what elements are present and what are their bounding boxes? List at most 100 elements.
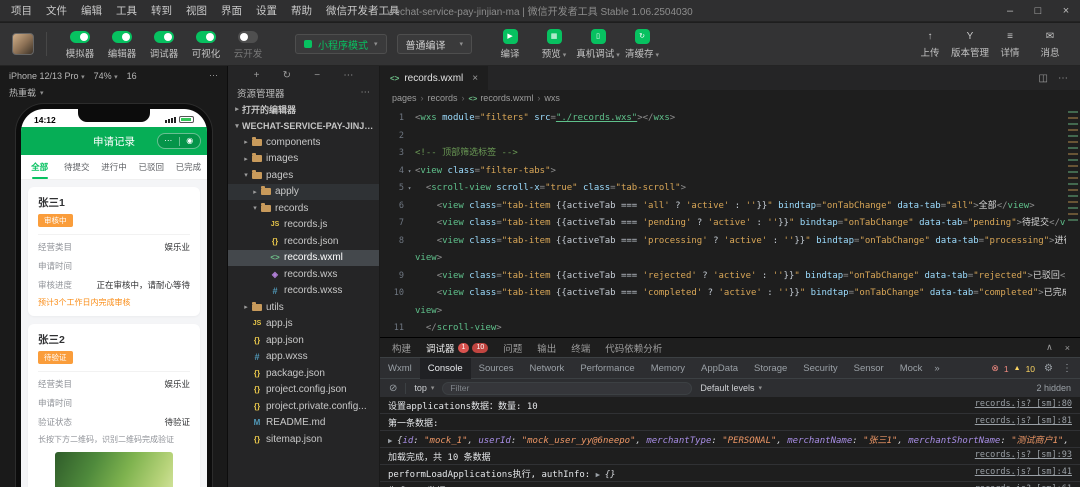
source-link[interactable]: records.js? [sm]:81 (975, 416, 1072, 426)
expand-arrow-icon[interactable]: ▶ (596, 470, 605, 479)
zoom-select[interactable]: 74% ▾ (94, 71, 118, 81)
menu-item[interactable]: 工具 (109, 0, 144, 22)
more-menu-icon[interactable]: ⋯ (158, 134, 179, 148)
more-actions-icon[interactable]: ⋯ (1058, 73, 1068, 84)
mini-tab[interactable]: 已完成 (170, 155, 207, 179)
toolbar-toggle[interactable]: 调试器 (143, 29, 185, 60)
panel-tab[interactable]: 构建 (392, 341, 411, 355)
tree-item[interactable]: ▾ pages (228, 167, 379, 184)
mini-tab[interactable]: 进行中 (95, 155, 132, 179)
more-actions-icon[interactable]: ⋯ (343, 70, 353, 81)
more-actions-icon[interactable]: ⋯ (361, 87, 371, 98)
devtools-tab[interactable]: Wxml (380, 358, 420, 379)
tree-item[interactable]: ◈ records.wxs (228, 266, 379, 283)
new-file-icon[interactable]: + (254, 70, 260, 81)
log-levels-select[interactable]: Default levels ▾ (700, 383, 762, 393)
toolbar-action-button[interactable]: ≡ 详情 (990, 29, 1030, 59)
refresh-explorer-icon[interactable]: ↻ (283, 70, 291, 81)
qr-code-image[interactable] (55, 452, 173, 487)
panel-tab[interactable]: 终端 (571, 341, 590, 355)
tree-item[interactable]: ▾ records (228, 200, 379, 217)
clear-console-icon[interactable]: ⊘ (389, 383, 397, 394)
error-count[interactable]: 1 (1004, 364, 1009, 374)
expand-arrow-icon[interactable]: ▶ (388, 436, 397, 445)
compile-mode-select[interactable]: 普通编译 ▾ (396, 34, 473, 54)
menu-item[interactable]: 项目 (4, 0, 39, 22)
maximize-button[interactable]: □ (1024, 0, 1052, 22)
devtools-tab[interactable]: Mock (892, 358, 931, 379)
more-tabs-icon[interactable]: » (930, 363, 943, 374)
tree-item[interactable]: ▸ utils (228, 299, 379, 316)
source-link[interactable]: records.js? [sm]:41 (975, 467, 1072, 477)
tree-item[interactable]: # records.wxss (228, 283, 379, 300)
avatar[interactable] (12, 33, 34, 55)
toolbar-toggle[interactable]: 编辑器 (101, 29, 143, 60)
tree-item[interactable]: {} app.json (228, 332, 379, 349)
breadcrumb-item[interactable]: wxs (544, 93, 560, 103)
panel-tab[interactable]: 问题 (503, 341, 522, 355)
code-editor[interactable]: 1 <wxs module="filters" src="./records.wx… (380, 108, 1066, 337)
devtools-tab[interactable]: Sources (471, 358, 522, 379)
fold-icon[interactable]: ▾ (404, 180, 415, 198)
context-select[interactable]: top ▾ (414, 383, 434, 393)
devtools-tab[interactable]: Console (419, 357, 471, 379)
mini-tab[interactable]: 全部 (21, 155, 58, 179)
tree-item[interactable]: ▾WECHAT-SERVICE-PAY-JINJIAN-... (228, 118, 379, 135)
tree-item[interactable]: ▸ images (228, 151, 379, 168)
tree-item[interactable]: JS app.js (228, 316, 379, 333)
mode-select[interactable]: 小程序模式 ▾ (295, 34, 387, 54)
toolbar-action-button[interactable]: ▯ 真机调试 ▾ (576, 28, 620, 60)
toolbar-toggle[interactable]: 模拟器 (59, 29, 101, 60)
toolbar-action-button[interactable]: ▶ 编译 (488, 28, 532, 60)
close-panel-icon[interactable]: × (1065, 343, 1070, 353)
devtools-tab[interactable]: AppData (693, 358, 746, 379)
breadcrumb-item[interactable]: <> records.wxml (469, 93, 534, 103)
breadcrumb-item[interactable]: pages (392, 93, 417, 103)
source-link[interactable]: records.js? [sm]:93 (975, 450, 1072, 460)
toolbar-toggle[interactable]: 云开发 (227, 29, 269, 60)
toolbar-action-button[interactable]: Y 版本管理 (950, 29, 990, 59)
panel-tab[interactable]: 输出 (537, 341, 556, 355)
collapse-folders-icon[interactable]: − (314, 70, 320, 81)
toolbar-action-button[interactable]: ✉ 消息 (1030, 29, 1070, 59)
console-filter-input[interactable] (442, 381, 693, 395)
devtools-tab[interactable]: Memory (643, 358, 693, 379)
devtools-tab[interactable]: Sensor (846, 358, 892, 379)
toolbar-toggle[interactable]: 可视化 (185, 29, 227, 60)
device-select[interactable]: iPhone 12/13 Pro ▾ (9, 71, 85, 81)
tree-item[interactable]: M README.md (228, 415, 379, 432)
application-card[interactable]: 张三1 审核中 经营类目 娱乐业 申请时间 审核进度 正在审核中，请耐心等待 预计3个工作日内… (28, 187, 200, 316)
menu-item[interactable]: 界面 (214, 0, 249, 22)
devtools-tab[interactable]: Network (521, 358, 572, 379)
fold-icon[interactable]: ▾ (404, 163, 415, 181)
tree-item[interactable]: {} sitemap.json (228, 431, 379, 448)
tree-item[interactable]: {} project.config.json (228, 382, 379, 399)
close-tab-icon[interactable]: × (472, 73, 478, 84)
source-link[interactable]: records.js? [sm]:80 (975, 399, 1072, 409)
menu-item[interactable]: 编辑 (74, 0, 109, 22)
application-card[interactable]: 张三2 待验证 经营类目 娱乐业 申请时间 验证状态 待验证 长按下方二维码，识别二维码完成验… (28, 324, 200, 487)
tree-item[interactable]: {} project.private.config... (228, 398, 379, 415)
devtools-tab[interactable]: Performance (572, 358, 642, 379)
warning-count[interactable]: 10 (1026, 364, 1035, 374)
close-capsule-icon[interactable]: ◉ (180, 134, 201, 148)
tree-item[interactable]: {} records.json (228, 233, 379, 250)
tree-item[interactable]: ▸ components (228, 134, 379, 151)
collapse-panel-icon[interactable]: ∧ (1046, 342, 1053, 353)
minimap[interactable] (1066, 108, 1080, 337)
editor-tab[interactable]: <> records.wxml × (380, 66, 490, 90)
menu-item[interactable]: 帮助 (284, 0, 319, 22)
menu-item[interactable]: 转到 (144, 0, 179, 22)
os-version-select[interactable]: 16 (127, 71, 137, 81)
kebab-menu-icon[interactable]: ⋮ (1062, 363, 1072, 374)
toolbar-action-button[interactable]: ↻ 清缓存 ▾ (620, 28, 664, 60)
settings-gear-icon[interactable]: ⚙ (1044, 363, 1053, 374)
menu-item[interactable]: 视图 (179, 0, 214, 22)
toolbar-action-button[interactable]: ↑ 上传 (910, 29, 950, 59)
close-button[interactable]: × (1052, 0, 1080, 22)
more-options-icon[interactable]: ⋯ (209, 70, 218, 81)
hidden-messages-count[interactable]: 2 hidden (1036, 383, 1071, 393)
devtools-tab[interactable]: Security (795, 358, 845, 379)
panel-tab[interactable]: 代码依赖分析 (605, 341, 662, 355)
devtools-tab[interactable]: Storage (746, 358, 795, 379)
